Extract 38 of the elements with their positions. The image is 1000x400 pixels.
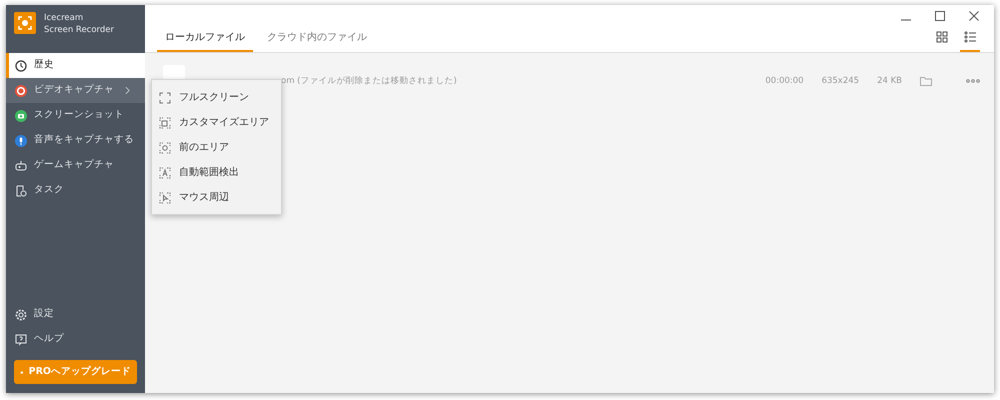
menu-item[interactable]: カスタマイズエリア [152, 110, 281, 135]
microphone-icon [15, 134, 27, 146]
task-icon [15, 184, 27, 196]
sidebar-item[interactable]: 歴史 [6, 53, 145, 78]
chevron-icon [125, 86, 130, 95]
sidebar-item[interactable]: タスク [6, 178, 145, 203]
grid-view-icon [936, 31, 948, 44]
close-button[interactable] [968, 10, 980, 22]
sidebar-item[interactable]: ヘルプ [6, 327, 145, 352]
file-size: 24 KB [877, 74, 902, 88]
record-icon [15, 84, 27, 96]
menu-item[interactable]: フルスクリーン [152, 85, 281, 110]
gamepad-icon [15, 160, 27, 172]
settings-icon [15, 308, 27, 320]
menu-item[interactable]: マウス周辺 [152, 185, 281, 210]
list-view-icon [964, 31, 976, 44]
cursor-area-icon [159, 192, 171, 204]
maximize-button[interactable] [934, 10, 946, 22]
file-duration: 00:00:00 [765, 74, 804, 88]
sidebar-item[interactable]: ビデオキャプチャ [6, 78, 145, 103]
camera-icon [15, 110, 27, 122]
menu-item[interactable]: 自動範囲検出 [152, 160, 281, 185]
fullscreen-icon [159, 92, 171, 104]
clock-icon [15, 60, 27, 72]
tab[interactable]: クラウド内のファイル [259, 30, 375, 52]
file-resolution: 635x245 [822, 74, 860, 88]
help-icon [15, 334, 27, 346]
menu-item[interactable]: 前のエリア [152, 135, 281, 160]
sidebar-item[interactable]: ゲームキャプチャ [6, 153, 145, 178]
sidebar-item[interactable]: スクリーンショット [6, 103, 145, 128]
app-name: Screen Recorder [44, 24, 114, 36]
more-icon[interactable] [966, 79, 980, 83]
previous-area-icon [159, 142, 171, 154]
custom-area-icon [159, 116, 171, 128]
auto-detect-icon [159, 166, 171, 178]
sidebar-item[interactable]: 設定 [6, 302, 145, 327]
app-name: Icecream [44, 12, 84, 24]
app-logo [14, 12, 36, 34]
